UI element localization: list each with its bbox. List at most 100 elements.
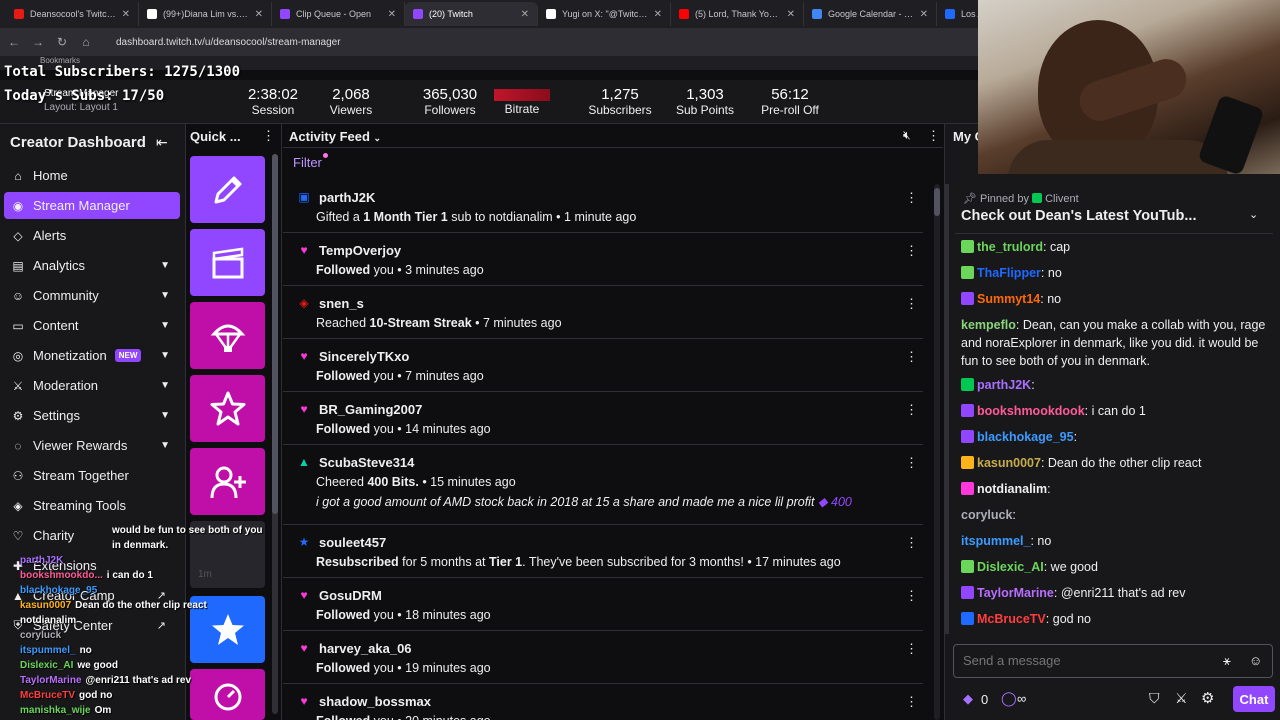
mute-icon[interactable]: 🔇︎ [903,128,911,143]
feed-username[interactable]: BR_Gaming2007 [319,402,422,417]
more-options-icon[interactable]: ⋮ [905,296,918,312]
sidebar-item-community[interactable]: ☺ Community ▼ [4,282,180,309]
channel-points-icon[interactable]: ◯ [1001,690,1017,707]
no-emote-icon[interactable]: ⚹ [1223,653,1231,669]
chevron-down-icon[interactable]: ⌄ [1249,208,1258,221]
browser-tab[interactable]: Deansocool's Twitch St ✕ [6,2,139,26]
feed-username[interactable]: souleet457 [319,535,386,550]
feed-username[interactable]: snen_s [319,296,364,311]
browser-tab[interactable]: Yugi on X: "@TwitchRu ✕ [538,2,671,26]
filter-button[interactable]: Filter [293,155,322,170]
feed-item[interactable]: ▲ ScubaSteve314 Cheered 400 Bits. • 15 min… [283,445,923,525]
chat-username[interactable]: the_trulord [977,240,1043,254]
sidebar-item-stream-together[interactable]: ⚇ Stream Together [4,462,180,489]
clip-button[interactable] [190,229,265,296]
more-options-icon[interactable]: ⋮ [905,455,918,471]
feed-item[interactable]: ♥ BR_Gaming2007 Followed you • 14 minutes … [283,392,923,445]
more-options-icon[interactable]: ⋮ [927,128,940,144]
feed-item[interactable]: ▣ parthJ2K Gifted a 1 Month Tier 1 sub to … [283,180,923,233]
chat-username[interactable]: TaylorMarine [977,586,1054,600]
activity-feed-title[interactable]: Activity Feed ⌄ [289,129,381,144]
chat-scrollbar[interactable] [945,184,949,634]
sidebar-item-monetization[interactable]: ◎ Monetization NEW ▼ [4,342,180,369]
feed-username[interactable]: TempOverjoy [319,243,401,258]
chat-username[interactable]: parthJ2K [977,378,1031,392]
chat-username[interactable]: ThaFlipper [977,266,1041,280]
address-field[interactable]: dashboard.twitch.tv/u/deansocool/stream-… [116,37,341,48]
chat-username[interactable]: Summyt14 [977,292,1040,306]
quick-scrollbar[interactable] [272,154,278,714]
feed-username[interactable]: parthJ2K [319,190,375,205]
more-options-icon[interactable]: ⋮ [905,535,918,551]
feed-username[interactable]: GosuDRM [319,588,382,603]
chat-username[interactable]: McBruceTV [977,612,1046,626]
chat-username[interactable]: kasun0007 [977,456,1041,470]
highlight-button[interactable] [190,375,265,442]
pinned-message[interactable]: 📌︎ Pinned by Clivent Check out Dean's La… [955,180,1273,234]
sidebar-item-home[interactable]: ⌂ Home [4,162,180,189]
sidebar-item-stream-manager[interactable]: ◉ Stream Manager [4,192,180,219]
feed-item[interactable]: ◈ snen_s Reached 10-Stream Streak • 7 minu… [283,286,923,339]
forward-icon[interactable]: → [32,35,44,49]
bits-icon[interactable]: ◆ [963,691,973,707]
browser-tab-active[interactable]: (20) Twitch ✕ [405,2,538,26]
chat-username[interactable]: kempeflo [961,318,1016,332]
reload-icon[interactable]: ↻ [56,35,68,49]
add-user-button[interactable] [190,448,265,515]
sidebar-item-analytics[interactable]: ▤ Analytics ▼ [4,252,180,279]
back-icon[interactable]: ← [8,35,20,49]
sidebar-item-moderation[interactable]: ⚔ Moderation ▼ [4,372,180,399]
sidebar-item-streaming-tools[interactable]: ◈ Streaming Tools [4,492,180,519]
feed-item[interactable]: ♥ GosuDRM Followed you • 18 minutes ago ⋮ [283,578,923,631]
chat-username[interactable]: itspummel_ [961,534,1030,548]
more-options-icon[interactable]: ⋮ [905,243,918,259]
feed-username[interactable]: harvey_aka_06 [319,641,412,656]
chat-username[interactable]: bookshmookdook [977,404,1085,418]
feed-scrollbar[interactable] [934,184,940,720]
close-icon[interactable]: ✕ [654,9,662,20]
chat-input[interactable] [963,653,1203,668]
close-icon[interactable]: ✕ [521,9,529,20]
chat-username[interactable]: Dislexic_AI [977,560,1044,574]
feed-username[interactable]: ScubaSteve314 [319,455,414,470]
chat-send-button[interactable]: Chat [1233,686,1275,712]
settings-icon[interactable]: ⚙ [1201,689,1214,707]
collapse-icon[interactable]: ⇤ [156,134,168,151]
sidebar-item-settings[interactable]: ⚙ Settings ▼ [4,402,180,429]
sidebar-item-alerts[interactable]: ◇ Alerts [4,222,180,249]
feed-item[interactable]: ♥ SincerelyTKxo Followed you • 7 minutes a… [283,339,923,392]
more-options-icon[interactable]: ⋮ [905,349,918,365]
more-options-icon[interactable]: ⋮ [905,588,918,604]
browser-tab[interactable]: Google Calendar - Wee ✕ [804,2,937,26]
close-icon[interactable]: ✕ [122,9,130,20]
browser-tab[interactable]: (99+)Diana Lim vs. Jaso✕ [139,2,272,26]
feed-username[interactable]: SincerelyTKxo [319,349,409,364]
more-options-icon[interactable]: ⋮ [905,190,918,206]
close-icon[interactable]: ✕ [388,9,396,20]
feed-item[interactable]: ★ souleet457 Resubscribed for 5 months at … [283,525,923,578]
shield-icon[interactable]: ⛉ [1149,690,1160,707]
chat-username[interactable]: notdianalim [977,482,1047,496]
home-icon[interactable]: ⌂ [80,35,92,49]
more-options-icon[interactable]: ⋮ [905,641,918,657]
emote-picker-icon[interactable]: ☺ [1249,653,1262,668]
feed-item[interactable]: ♥ TempOverjoy Followed you • 3 minutes ago… [283,233,923,286]
raid-button[interactable] [190,302,265,369]
sidebar-item-content[interactable]: ▭ Content ▼ [4,312,180,339]
more-options-icon[interactable]: ⋮ [905,402,918,418]
close-icon[interactable]: ✕ [787,9,795,20]
more-options-icon[interactable]: ⋮ [905,694,918,710]
close-icon[interactable]: ✕ [255,9,263,20]
close-icon[interactable]: ✕ [920,9,928,20]
chat-username[interactable]: coryluck [961,508,1012,522]
feed-item[interactable]: ♥ harvey_aka_06 Followed you • 19 minutes … [283,631,923,684]
more-options-icon[interactable]: ⋮ [262,128,275,144]
browser-tab[interactable]: Clip Queue - Open ✕ [272,2,405,26]
browser-tab[interactable]: (5) Lord, Thank You For ✕ [671,2,804,26]
sidebar-item-viewer-rewards[interactable]: ◌ Viewer Rewards ▼ [4,432,180,459]
feed-item[interactable]: ♥ shadow_bossmax Followed you • 20 minutes… [283,684,923,720]
mod-tools-icon[interactable]: ⚔ [1175,690,1188,707]
edit-stream-info-button[interactable] [190,156,265,223]
chat-username[interactable]: blackhokage_95 [977,430,1074,444]
feed-username[interactable]: shadow_bossmax [319,694,431,709]
